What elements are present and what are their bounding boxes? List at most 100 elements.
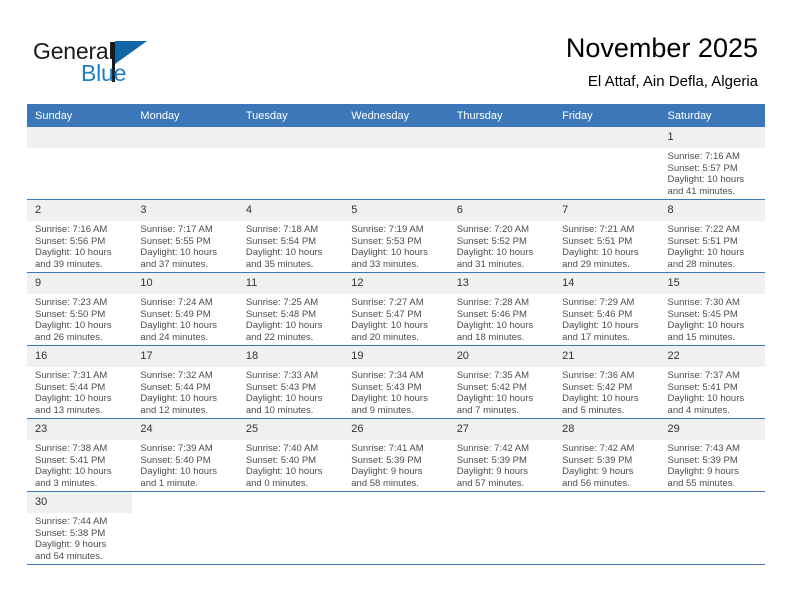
- sunset-text: Sunset: 5:51 PM: [562, 235, 633, 247]
- day-cell[interactable]: 7 Sunrise: 7:21 AM Sunset: 5:51 PM Dayli…: [554, 199, 660, 273]
- sunrise-text: Sunrise: 7:42 AM: [456, 443, 530, 454]
- weekday-header-sunday: Sunday: [27, 104, 133, 127]
- daylight-text-line2: and 5 minutes.: [562, 404, 625, 416]
- day-cell[interactable]: 13 Sunrise: 7:28 AM Sunset: 5:46 PM Dayl…: [448, 272, 555, 346]
- day-number: 11: [237, 273, 344, 294]
- day-cell[interactable]: 20 Sunrise: 7:35 AM Sunset: 5:42 PM Dayl…: [448, 345, 555, 419]
- day-number: [448, 492, 555, 513]
- sunset-text: Sunset: 5:52 PM: [456, 235, 527, 247]
- daylight-text-line2: and 18 minutes.: [456, 331, 525, 343]
- day-cell[interactable]: 15 Sunrise: 7:30 AM Sunset: 5:45 PM Dayl…: [659, 272, 765, 346]
- sunrise-text: Sunrise: 7:35 AM: [456, 370, 530, 381]
- day-number: 18: [237, 346, 344, 367]
- sunset-text: Sunset: 5:43 PM: [245, 381, 317, 393]
- day-cell[interactable]: 9 Sunrise: 7:23 AM Sunset: 5:50 PM Dayli…: [27, 272, 133, 346]
- daylight-text-line1: Daylight: 10 hours: [35, 393, 112, 405]
- sunrise-text: Sunrise: 7:33 AM: [245, 370, 319, 381]
- daylight-text-line2: and 31 minutes.: [456, 258, 525, 270]
- day-number: 19: [343, 346, 449, 367]
- day-cell[interactable]: 16 Sunrise: 7:31 AM Sunset: 5:44 PM Dayl…: [27, 345, 133, 419]
- day-cell[interactable]: 23 Sunrise: 7:38 AM Sunset: 5:41 PM Dayl…: [27, 418, 133, 492]
- daylight-text-line1: Daylight: 10 hours: [351, 320, 428, 332]
- sunset-text: Sunset: 5:40 PM: [245, 454, 317, 466]
- sunset-text: Sunset: 5:53 PM: [351, 235, 422, 247]
- location-subtitle: El Attaf, Ain Defla, Algeria: [587, 73, 758, 90]
- day-details: Sunrise: 7:25 AM Sunset: 5:48 PM Dayligh…: [238, 294, 343, 343]
- sunset-text: Sunset: 5:50 PM: [35, 308, 106, 320]
- daylight-text-line2: and 56 minutes.: [562, 477, 630, 489]
- day-cell[interactable]: 3 Sunrise: 7:17 AM Sunset: 5:55 PM Dayli…: [132, 199, 238, 273]
- day-cell[interactable]: 30 Sunrise: 7:44 AM Sunset: 5:38 PM Dayl…: [27, 491, 133, 565]
- daylight-text-line2: and 13 minutes.: [35, 404, 103, 416]
- day-cell[interactable]: 5 Sunrise: 7:19 AM Sunset: 5:53 PM Dayli…: [343, 199, 449, 273]
- day-cell[interactable]: 27 Sunrise: 7:42 AM Sunset: 5:39 PM Dayl…: [448, 418, 555, 492]
- daylight-text-line2: and 7 minutes.: [456, 404, 520, 416]
- day-cell[interactable]: 14 Sunrise: 7:29 AM Sunset: 5:46 PM Dayl…: [554, 272, 660, 346]
- daylight-text-line2: and 22 minutes.: [245, 331, 314, 343]
- daylight-text-line2: and 20 minutes.: [351, 331, 419, 343]
- day-cell[interactable]: 22 Sunrise: 7:37 AM Sunset: 5:41 PM Dayl…: [659, 345, 765, 419]
- day-number: [343, 127, 449, 148]
- sunrise-text: Sunrise: 7:16 AM: [667, 151, 740, 162]
- sunset-text: Sunset: 5:39 PM: [351, 454, 422, 466]
- daylight-text-line1: Daylight: 10 hours: [245, 393, 323, 405]
- day-cell[interactable]: 26 Sunrise: 7:41 AM Sunset: 5:39 PM Dayl…: [343, 418, 449, 492]
- day-cell[interactable]: 19 Sunrise: 7:34 AM Sunset: 5:43 PM Dayl…: [343, 345, 449, 419]
- day-details: Sunrise: 7:38 AM Sunset: 5:41 PM Dayligh…: [27, 440, 132, 489]
- day-number: 12: [343, 273, 449, 294]
- sunset-text: Sunset: 5:43 PM: [351, 381, 422, 393]
- day-number: 4: [237, 200, 344, 221]
- day-cell[interactable]: 17 Sunrise: 7:32 AM Sunset: 5:44 PM Dayl…: [132, 345, 238, 419]
- day-cell[interactable]: 25 Sunrise: 7:40 AM Sunset: 5:40 PM Dayl…: [237, 418, 344, 492]
- sunset-text: Sunset: 5:56 PM: [35, 235, 106, 247]
- sunset-text: Sunset: 5:48 PM: [245, 308, 317, 320]
- day-cell[interactable]: 28 Sunrise: 7:42 AM Sunset: 5:39 PM Dayl…: [554, 418, 660, 492]
- day-cell[interactable]: 6 Sunrise: 7:20 AM Sunset: 5:52 PM Dayli…: [448, 199, 555, 273]
- day-cell[interactable]: 29 Sunrise: 7:43 AM Sunset: 5:39 PM Dayl…: [659, 418, 765, 492]
- daylight-text-line2: and 24 minutes.: [140, 331, 209, 343]
- day-cell[interactable]: 2 Sunrise: 7:16 AM Sunset: 5:56 PM Dayli…: [27, 199, 133, 273]
- day-cell[interactable]: 21 Sunrise: 7:36 AM Sunset: 5:42 PM Dayl…: [554, 345, 660, 419]
- daylight-text-line1: Daylight: 10 hours: [351, 393, 428, 405]
- day-cell[interactable]: 1 Sunrise: 7:16 AM Sunset: 5:57 PM Dayli…: [659, 127, 765, 200]
- day-details: Sunrise: 7:33 AM Sunset: 5:43 PM Dayligh…: [238, 367, 343, 416]
- day-number: [343, 492, 449, 513]
- daylight-text-line2: and 0 minutes.: [245, 477, 309, 489]
- day-number: 26: [343, 419, 449, 440]
- sunrise-text: Sunrise: 7:24 AM: [140, 297, 213, 308]
- sunset-text: Sunset: 5:42 PM: [456, 381, 527, 393]
- day-cell-empty: [343, 127, 449, 200]
- day-cell[interactable]: 18 Sunrise: 7:33 AM Sunset: 5:43 PM Dayl…: [237, 345, 344, 419]
- daylight-text-line1: Daylight: 10 hours: [562, 247, 639, 259]
- day-cell[interactable]: 10 Sunrise: 7:24 AM Sunset: 5:49 PM Dayl…: [132, 272, 238, 346]
- day-details: Sunrise: 7:37 AM Sunset: 5:41 PM Dayligh…: [660, 367, 765, 416]
- day-details: Sunrise: 7:36 AM Sunset: 5:42 PM Dayligh…: [554, 367, 659, 416]
- day-cell[interactable]: 8 Sunrise: 7:22 AM Sunset: 5:51 PM Dayli…: [659, 199, 765, 273]
- daylight-text-line1: Daylight: 10 hours: [667, 247, 745, 259]
- daylight-text-line1: Daylight: 10 hours: [140, 393, 217, 405]
- page-header: General Blue November 2025 El Attaf, Ain…: [0, 0, 792, 100]
- daylight-text-line1: Daylight: 10 hours: [351, 247, 428, 259]
- daylight-text-line1: Daylight: 10 hours: [35, 466, 112, 478]
- day-cell[interactable]: 11 Sunrise: 7:25 AM Sunset: 5:48 PM Dayl…: [237, 272, 344, 346]
- sunrise-text: Sunrise: 7:17 AM: [140, 224, 213, 235]
- weekday-header-wednesday: Wednesday: [343, 104, 449, 127]
- sunrise-text: Sunrise: 7:28 AM: [456, 297, 530, 308]
- sunrise-text: Sunrise: 7:44 AM: [35, 516, 108, 527]
- day-cell[interactable]: 24 Sunrise: 7:39 AM Sunset: 5:40 PM Dayl…: [132, 418, 238, 492]
- daylight-text-line2: and 10 minutes.: [245, 404, 314, 416]
- calendar-body: 1 Sunrise: 7:16 AM Sunset: 5:57 PM Dayli…: [27, 127, 765, 565]
- day-details: Sunrise: 7:23 AM Sunset: 5:50 PM Dayligh…: [27, 294, 132, 343]
- day-cell-empty: [132, 491, 238, 565]
- day-number: [132, 492, 238, 513]
- daylight-text-line2: and 12 minutes.: [140, 404, 209, 416]
- sunset-text: Sunset: 5:46 PM: [562, 308, 633, 320]
- daylight-text-line1: Daylight: 10 hours: [562, 320, 639, 332]
- daylight-text-line1: Daylight: 10 hours: [667, 320, 745, 332]
- day-cell[interactable]: 4 Sunrise: 7:18 AM Sunset: 5:54 PM Dayli…: [237, 199, 344, 273]
- weekday-header-friday: Friday: [554, 104, 660, 127]
- day-cell[interactable]: 12 Sunrise: 7:27 AM Sunset: 5:47 PM Dayl…: [343, 272, 449, 346]
- daylight-text-line2: and 26 minutes.: [35, 331, 103, 343]
- generalblue-logo[interactable]: General Blue: [33, 38, 163, 90]
- day-number: 22: [659, 346, 765, 367]
